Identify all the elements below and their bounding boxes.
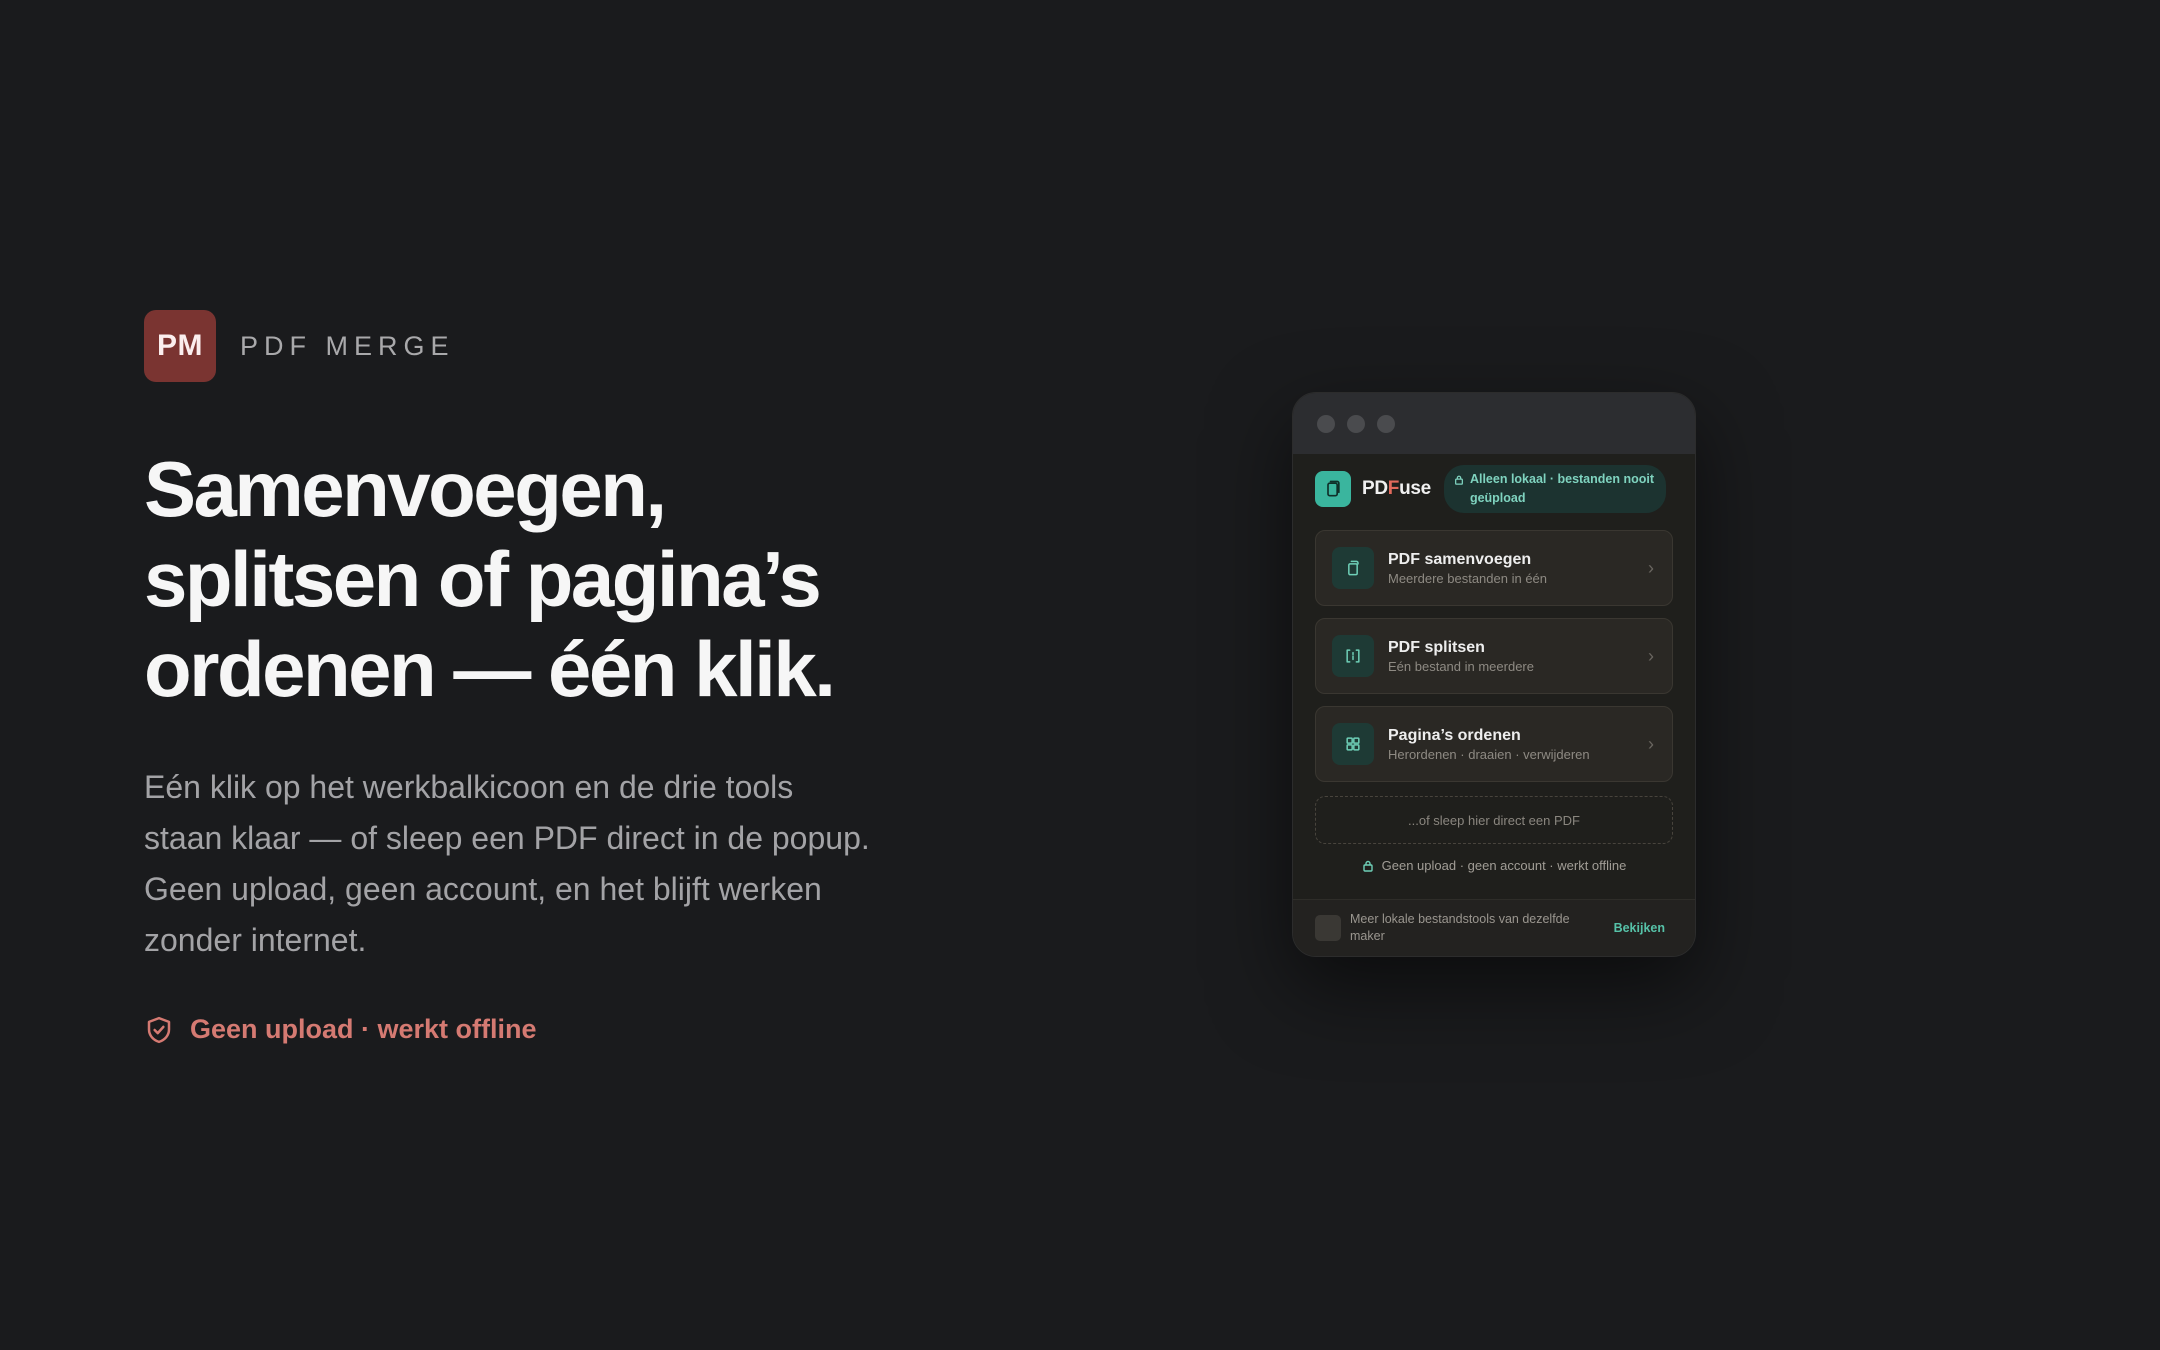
app-name-suffix: use	[1399, 478, 1431, 499]
description-line: Eén klik op het werkbalkicoon en de drie…	[144, 769, 794, 805]
chevron-right-icon: ›	[1648, 557, 1654, 578]
privacy-pill-line: geüpload	[1469, 491, 1526, 505]
headline-line: ordenen — één klik.	[144, 625, 836, 713]
description-line: Geen upload, geen account, en het blijft…	[144, 871, 822, 907]
tool-icon-box	[1332, 635, 1374, 677]
description-line: zonder internet.	[144, 922, 367, 958]
shield-check-icon	[147, 1016, 171, 1043]
app-icon	[1315, 471, 1351, 507]
chevron-right-icon: ›	[1648, 733, 1654, 754]
app-name-accent: F	[1387, 478, 1400, 499]
split-icon	[1346, 649, 1360, 663]
tool-reorder[interactable]: Pagina’s ordenen Herordenen · draaien · …	[1315, 706, 1673, 782]
privacy-pill: Alleen lokaal · bestanden nooit geüpload	[1443, 465, 1667, 513]
tool-title: PDF samenvoegen	[1388, 550, 1532, 568]
footer-text-line: Meer lokale bestandstools van dezelfde	[1350, 912, 1570, 926]
headline: Samenvoegen, splitsen of pagina’s ordene…	[144, 444, 964, 714]
tool-icon-box	[1332, 723, 1374, 765]
view-more-link[interactable]: Bekijken	[1614, 921, 1665, 935]
hero-section: PM PDF MERGE Samenvoegen, splitsen of pa…	[144, 310, 964, 1045]
app-name: PDFuse	[1362, 478, 1431, 500]
window-titlebar	[1293, 393, 1695, 454]
offline-badge-label: Geen upload · werkt offline	[190, 1014, 537, 1044]
footer-text: Meer lokale bestandstools van dezelfde m…	[1350, 911, 1605, 945]
brand-name: PDF MERGE	[240, 330, 455, 361]
tool-icon-box	[1332, 547, 1374, 589]
headline-line: Samenvoegen,	[144, 445, 667, 533]
lock-icon	[1454, 475, 1463, 485]
offline-note: Geen upload · geen account · werkt offli…	[1315, 858, 1673, 873]
document-stack-icon	[1327, 480, 1340, 497]
maker-thumbnail	[1315, 915, 1341, 941]
tool-title: PDF splitsen	[1388, 638, 1485, 656]
tool-subtitle: Meerdere bestanden in één	[1388, 570, 1548, 586]
extension-popup-window: PDFuse Alleen lokaal · bestanden nooit g…	[1292, 392, 1696, 957]
description-line: staan klaar — of sleep een PDF direct in…	[144, 820, 870, 856]
popup-body: PDFuse Alleen lokaal · bestanden nooit g…	[1293, 465, 1695, 873]
brand: PM PDF MERGE	[144, 310, 964, 382]
window-maximize-button[interactable]	[1377, 414, 1395, 433]
offline-badge: Geen upload · werkt offline	[144, 1014, 964, 1045]
tool-subtitle: Eén bestand in meerdere	[1388, 658, 1534, 674]
tool-split[interactable]: PDF splitsen Eén bestand in meerdere ›	[1315, 618, 1673, 694]
tool-title: Pagina’s ordenen	[1388, 726, 1521, 744]
tool-merge[interactable]: PDF samenvoegen Meerdere bestanden in éé…	[1315, 530, 1673, 606]
brand-logo: PM	[144, 310, 216, 382]
tool-text: PDF splitsen Eén bestand in meerdere	[1388, 638, 1634, 675]
grid-icon	[1346, 737, 1360, 751]
tool-text: Pagina’s ordenen Herordenen · draaien · …	[1388, 726, 1634, 763]
chevron-right-icon: ›	[1648, 645, 1654, 666]
privacy-pill-line: Alleen lokaal · bestanden nooit	[1469, 472, 1655, 486]
footer-text-line: maker	[1350, 929, 1385, 943]
tool-subtitle: Herordenen · draaien · verwijderen	[1388, 746, 1590, 762]
merge-icon	[1348, 560, 1359, 576]
popup-footer: Meer lokale bestandstools van dezelfde m…	[1293, 899, 1695, 956]
app-name-prefix: PD	[1362, 478, 1388, 499]
offline-note-text: Geen upload · geen account · werkt offli…	[1381, 858, 1627, 873]
window-close-button[interactable]	[1317, 414, 1335, 433]
lock-icon	[1362, 860, 1373, 872]
window-minimize-button[interactable]	[1347, 414, 1365, 433]
privacy-pill-text: Alleen lokaal · bestanden nooit geüpload	[1470, 470, 1654, 508]
pdf-dropzone[interactable]: ...of sleep hier direct een PDF	[1315, 796, 1673, 844]
tool-text: PDF samenvoegen Meerdere bestanden in éé…	[1388, 550, 1634, 587]
popup-header: PDFuse Alleen lokaal · bestanden nooit g…	[1315, 465, 1673, 513]
description: Eén klik op het werkbalkicoon en de drie…	[144, 762, 964, 966]
tool-list: PDF samenvoegen Meerdere bestanden in éé…	[1315, 530, 1673, 782]
headline-line: splitsen of pagina’s	[144, 535, 822, 623]
